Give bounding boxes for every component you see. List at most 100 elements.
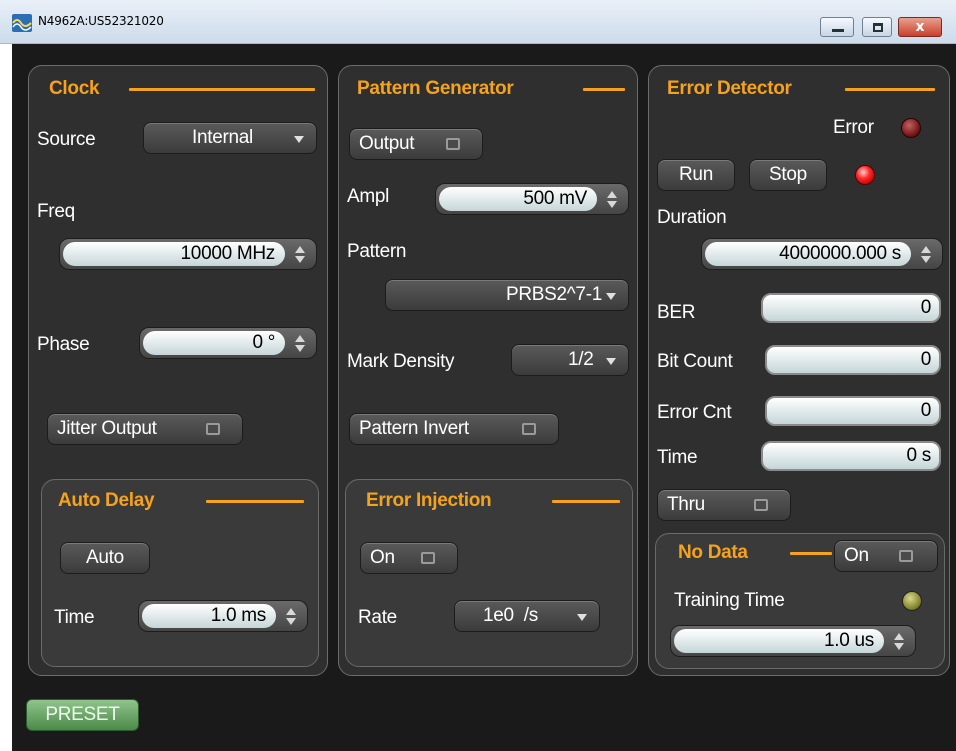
jitter-output-toggle[interactable]: Jitter Output: [47, 413, 243, 445]
auto-button-label: Auto: [86, 547, 124, 568]
auto-delay-title: Auto Delay: [58, 490, 155, 511]
ampl-input[interactable]: 500 mV: [439, 187, 597, 211]
phase-stepper[interactable]: 0 °: [139, 327, 317, 359]
title-rule: [583, 88, 625, 91]
error-cnt-label: Error Cnt: [657, 402, 732, 423]
training-time-label: Training Time: [674, 590, 785, 611]
title-rule: [206, 500, 304, 503]
auto-delay-time-stepper[interactable]: 1.0 ms: [138, 600, 308, 632]
error-cnt-readout: 0: [765, 396, 941, 426]
jitter-output-label: Jitter Output: [57, 418, 157, 439]
auto-delay-panel: Auto Delay Auto Time 1.0 ms: [41, 479, 319, 667]
title-rule: [129, 88, 315, 91]
run-button-label: Run: [679, 164, 713, 185]
chevron-down-icon: [294, 136, 304, 143]
time-label: Time: [54, 607, 95, 628]
checkbox-icon: [754, 499, 768, 511]
phase-input[interactable]: 0 °: [143, 331, 285, 355]
preset-button[interactable]: PRESET: [26, 699, 139, 731]
pattern-invert-label: Pattern Invert: [359, 418, 469, 439]
error-led-icon: [901, 118, 921, 138]
stop-button[interactable]: Stop: [749, 159, 827, 191]
error-label: Error: [833, 117, 874, 138]
time-label: Time: [657, 447, 698, 468]
title-bar[interactable]: N4962A:US52321020 x: [0, 0, 956, 44]
error-injection-on-label: On: [370, 547, 395, 568]
chevron-down-icon: [577, 614, 587, 621]
running-led-icon: [855, 165, 875, 185]
source-dropdown[interactable]: Internal: [143, 122, 317, 154]
ampl-stepper[interactable]: 500 mV: [435, 183, 629, 215]
phase-label: Phase: [37, 334, 90, 355]
checkbox-icon: [446, 138, 460, 150]
stop-button-label: Stop: [769, 164, 807, 185]
minimize-button[interactable]: [820, 17, 854, 37]
chevron-down-icon: [606, 293, 616, 300]
pattern-invert-toggle[interactable]: Pattern Invert: [349, 413, 559, 445]
pattern-dropdown[interactable]: PRBS2^7-1: [385, 279, 629, 311]
mark-density-dropdown[interactable]: 1/2: [511, 344, 629, 376]
freq-stepper[interactable]: 10000 MHz: [59, 238, 317, 270]
maximize-button[interactable]: [862, 17, 892, 37]
main-area: Clock Source Internal Freq 10000 MHz Pha…: [12, 44, 956, 751]
no-data-on-label: On: [844, 545, 869, 566]
up-down-arrows-icon[interactable]: [286, 608, 296, 626]
window-title: N4962A:US52321020: [38, 14, 164, 28]
title-rule: [845, 88, 935, 91]
rate-dropdown[interactable]: 1e0 /s: [454, 600, 600, 632]
ber-label: BER: [657, 302, 696, 323]
close-icon: x: [915, 19, 925, 35]
up-down-arrows-icon[interactable]: [607, 191, 617, 209]
up-down-arrows-icon[interactable]: [894, 633, 904, 651]
error-injection-on-toggle[interactable]: On: [360, 542, 458, 574]
thru-label: Thru: [667, 494, 705, 515]
duration-label: Duration: [657, 207, 727, 228]
up-down-arrows-icon[interactable]: [921, 246, 931, 264]
error-detector-panel: Error Detector Error Run Stop Duration 4…: [648, 65, 950, 676]
error-injection-title: Error Injection: [366, 490, 492, 511]
source-label: Source: [37, 129, 96, 150]
checkbox-icon: [899, 550, 913, 562]
up-down-arrows-icon[interactable]: [295, 335, 305, 353]
title-rule: [790, 552, 832, 555]
pattern-generator-title: Pattern Generator: [357, 78, 514, 99]
freq-input[interactable]: 10000 MHz: [63, 242, 285, 266]
auto-delay-time-input[interactable]: 1.0 ms: [142, 604, 276, 628]
auto-button[interactable]: Auto: [60, 542, 150, 574]
checkbox-icon: [206, 423, 220, 435]
checkbox-icon: [421, 552, 435, 564]
training-time-stepper[interactable]: 1.0 us: [670, 625, 916, 657]
no-data-title: No Data: [678, 542, 748, 563]
pattern-generator-panel: Pattern Generator Output Ampl 500 mV Pat…: [338, 65, 638, 676]
up-down-arrows-icon[interactable]: [295, 246, 305, 264]
checkbox-icon: [522, 423, 536, 435]
minimize-icon: [832, 29, 844, 32]
ampl-label: Ampl: [347, 186, 390, 207]
chevron-down-icon: [606, 358, 616, 365]
duration-input[interactable]: 4000000.000 s: [705, 242, 911, 266]
title-rule: [552, 500, 620, 503]
clock-panel: Clock Source Internal Freq 10000 MHz Pha…: [28, 65, 328, 676]
duration-stepper[interactable]: 4000000.000 s: [701, 238, 943, 270]
app-icon: [12, 14, 32, 32]
time-readout: 0 s: [761, 441, 941, 471]
error-injection-panel: Error Injection On Rate 1e0 /s: [345, 479, 633, 667]
no-data-on-toggle[interactable]: On: [834, 540, 938, 572]
source-value: Internal: [192, 127, 253, 148]
output-toggle[interactable]: Output: [349, 128, 483, 160]
close-button[interactable]: x: [898, 17, 942, 37]
output-label: Output: [359, 133, 415, 154]
bit-count-readout: 0: [765, 345, 941, 375]
no-data-panel: No Data On Training Time 1.0 us: [655, 533, 945, 669]
rate-label: Rate: [358, 607, 397, 628]
run-button[interactable]: Run: [657, 159, 735, 191]
pattern-value: PRBS2^7-1: [506, 284, 602, 305]
maximize-icon: [873, 23, 883, 32]
training-time-input[interactable]: 1.0 us: [674, 629, 884, 653]
pattern-label: Pattern: [347, 241, 407, 262]
freq-label: Freq: [37, 201, 75, 222]
training-led-icon: [902, 591, 922, 611]
mark-density-value: 1/2: [568, 349, 594, 370]
thru-toggle[interactable]: Thru: [657, 489, 791, 521]
error-detector-title: Error Detector: [667, 78, 792, 99]
